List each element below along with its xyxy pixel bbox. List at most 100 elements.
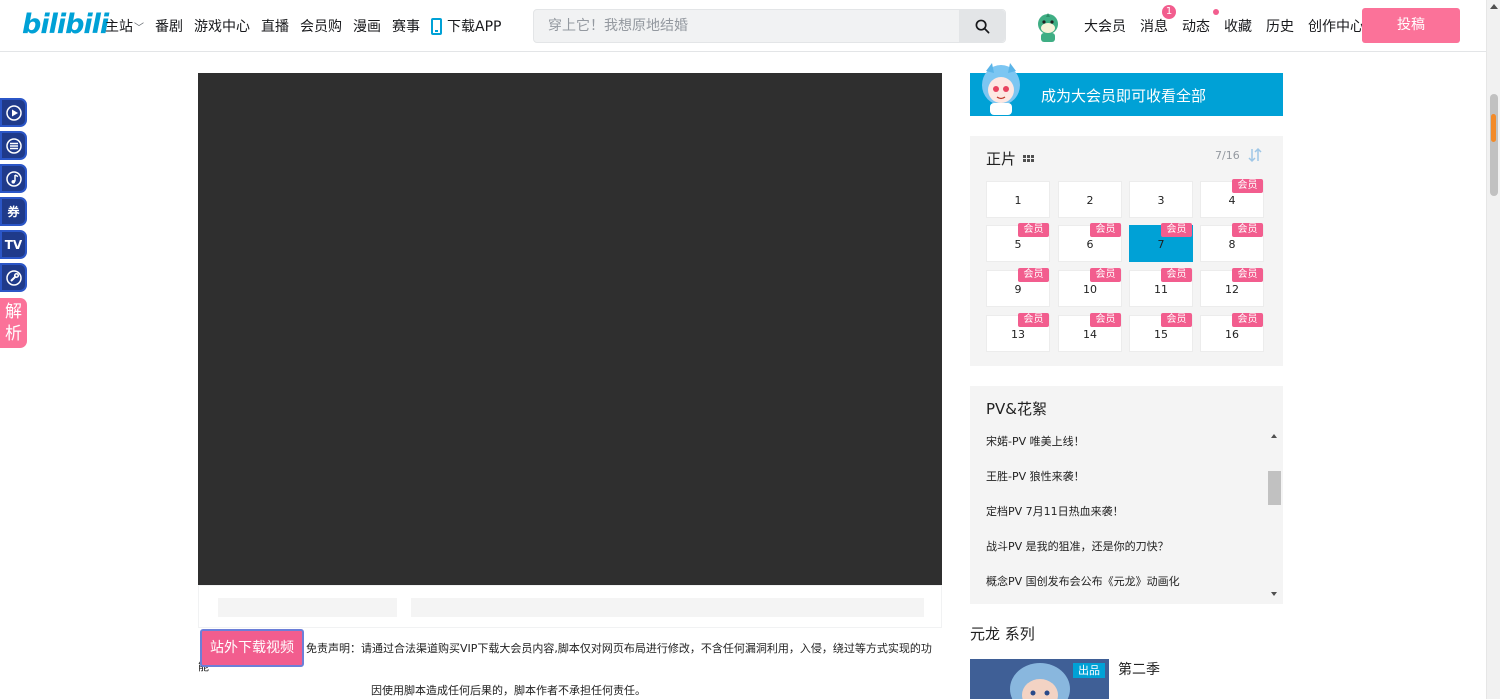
grid-view-icon[interactable]	[1023, 155, 1035, 162]
pv-scrollbar[interactable]	[1268, 430, 1282, 602]
vip-tag: 会员	[1232, 268, 1263, 282]
vip-banner-text: 成为大会员即可收看全部	[1041, 87, 1207, 105]
vip-tag: 会员	[1090, 223, 1121, 237]
episode-button[interactable]: 12 会员	[1200, 268, 1264, 307]
vip-tag: 会员	[1018, 313, 1049, 327]
episode-button[interactable]: 13 会员	[986, 313, 1050, 352]
nav-item-anime[interactable]: 番剧	[155, 16, 183, 36]
episode-button[interactable]: 3	[1129, 181, 1193, 218]
nav-dynamic[interactable]: 动态	[1182, 9, 1219, 36]
episode-button[interactable]: 14 会员	[1058, 313, 1122, 352]
disclaimer-line: 因使用脚本造成任何后果的，脚本作者不承担任何责任。	[371, 684, 646, 697]
loading-placeholder	[411, 598, 924, 617]
nav-item-shop[interactable]: 会员购	[300, 16, 342, 36]
episode-panel-title: 正片	[986, 148, 1035, 169]
bilibili-logo[interactable]: bilibili	[22, 9, 109, 40]
scroll-up-arrow-icon[interactable]	[1271, 434, 1277, 438]
episode-number: 16	[1225, 328, 1239, 341]
vip-tag: 会员	[1232, 179, 1263, 193]
search-icon	[975, 19, 989, 33]
side-tool-coupon[interactable]: 券	[0, 197, 27, 226]
nav-item-live[interactable]: 直播	[261, 16, 289, 36]
episode-count: 7/16	[1215, 149, 1240, 162]
episode-button[interactable]: 7 会员	[1129, 223, 1193, 262]
pv-list: 宋婼-PV 唯美上线！ 王胜-PV 狼性来袭！ 定档PV 7月11日热血来袭！ …	[986, 434, 1266, 609]
pv-item[interactable]: 宋婼-PV 唯美上线！	[986, 434, 1266, 469]
disclaimer-text: 免责声明：请通过合法渠道购买VIP下载大会员内容,脚本仅对网页布局进行修改，不含…	[198, 640, 942, 676]
episode-number: 12	[1225, 283, 1239, 296]
scroll-thumb[interactable]	[1490, 94, 1498, 196]
nav-item-download-app[interactable]: 下载APP	[431, 16, 501, 36]
nav-item-label: 主站	[105, 19, 133, 35]
side-tool-wrench[interactable]	[0, 263, 27, 292]
loading-placeholder	[218, 598, 397, 617]
vip-tag: 会员	[1161, 223, 1192, 237]
page-scrollbar[interactable]	[1486, 0, 1500, 699]
side-tool-play[interactable]	[0, 98, 27, 127]
pv-item[interactable]: 定档PV 7月11日热血来袭！	[986, 504, 1266, 539]
side-tool-music[interactable]	[0, 164, 27, 193]
episode-panel-label: 正片	[986, 150, 1017, 168]
list-icon	[5, 137, 22, 154]
episode-number: 5	[1014, 238, 1022, 251]
vip-tag: 会员	[1018, 223, 1049, 237]
scroll-thumb[interactable]	[1268, 471, 1281, 505]
nav-vip[interactable]: 大会员	[1084, 16, 1126, 36]
nav-favorites[interactable]: 收藏	[1224, 16, 1252, 36]
nav-item-manga[interactable]: 漫画	[353, 16, 381, 36]
episode-number: 6	[1086, 238, 1094, 251]
episode-number: 7	[1157, 238, 1165, 251]
episode-button[interactable]: 11 会员	[1129, 268, 1193, 307]
episode-number: 10	[1083, 283, 1097, 296]
series-season-link[interactable]: 第二季	[1118, 659, 1160, 679]
sort-order-icon[interactable]	[1247, 147, 1263, 163]
parse-button[interactable]: 解 析	[0, 298, 27, 348]
scroll-down-arrow-icon[interactable]	[1271, 592, 1277, 596]
nav-history[interactable]: 历史	[1266, 16, 1294, 36]
episode-button[interactable]: 15 会员	[1129, 313, 1193, 352]
search-box	[533, 9, 1006, 43]
top-nav-bar: bilibili 主站﹀ 番剧 游戏中心 直播 会员购 漫画 赛事 下载APP	[0, 0, 1486, 52]
episode-button[interactable]: 1	[986, 181, 1050, 218]
nav-messages[interactable]: 消息 1	[1140, 5, 1176, 36]
episode-button[interactable]: 16 会员	[1200, 313, 1264, 352]
episode-button[interactable]: 8 会员	[1200, 223, 1264, 262]
episode-button[interactable]: 9 会员	[986, 268, 1050, 307]
scroll-up-arrow-icon[interactable]	[1490, 4, 1498, 9]
parse-label-1: 解	[5, 302, 22, 322]
scroll-position-marker	[1491, 114, 1496, 142]
coupon-icon: 券	[7, 205, 20, 219]
pv-item[interactable]: 王胜-PV 狼性来袭！	[986, 469, 1266, 504]
search-button[interactable]	[959, 10, 1005, 42]
nav-item-esports[interactable]: 赛事	[392, 16, 420, 36]
vip-tag: 会员	[1090, 268, 1121, 282]
series-badge: 出品	[1073, 663, 1105, 678]
disclaimer-line: 免责声明：请通过合法渠道购买VIP下载大会员内容,脚本仅对网页布局进行修改，不含…	[198, 642, 932, 673]
episode-button[interactable]: 6 会员	[1058, 223, 1122, 262]
play-icon	[5, 104, 22, 121]
download-app-label: 下载APP	[447, 19, 502, 35]
side-tool-list[interactable]	[0, 131, 27, 160]
external-download-button[interactable]: 站外下载视频	[200, 629, 304, 667]
avatar[interactable]	[1031, 9, 1065, 43]
tv-icon: TV	[4, 237, 23, 252]
pv-item[interactable]: 战斗PV 是我的狙准，还是你的刀快？	[986, 539, 1266, 574]
side-tool-tv[interactable]: TV	[0, 230, 27, 259]
nav-creator-center[interactable]: 创作中心	[1308, 16, 1364, 36]
upload-button[interactable]: 投稿	[1362, 8, 1460, 43]
nav-item-game-center[interactable]: 游戏中心	[194, 16, 250, 36]
vip-banner[interactable]: 成为大会员即可收看全部	[970, 63, 1283, 116]
video-player[interactable]	[198, 73, 942, 585]
episode-button[interactable]: 2	[1058, 181, 1122, 218]
episode-button[interactable]: 4 会员	[1200, 179, 1264, 218]
phone-icon	[431, 17, 442, 35]
pv-item[interactable]: 概念PV 国创发布会公布《元龙》动画化	[986, 574, 1266, 609]
nav-item-main[interactable]: 主站﹀	[105, 16, 144, 36]
episode-number: 3	[1157, 194, 1165, 207]
vip-tag: 会员	[1161, 268, 1192, 282]
episode-button[interactable]: 10 会员	[1058, 268, 1122, 307]
vip-tag: 会员	[1018, 268, 1049, 282]
search-input[interactable]	[534, 10, 960, 42]
episode-number: 14	[1083, 328, 1097, 341]
episode-button[interactable]: 5 会员	[986, 223, 1050, 262]
